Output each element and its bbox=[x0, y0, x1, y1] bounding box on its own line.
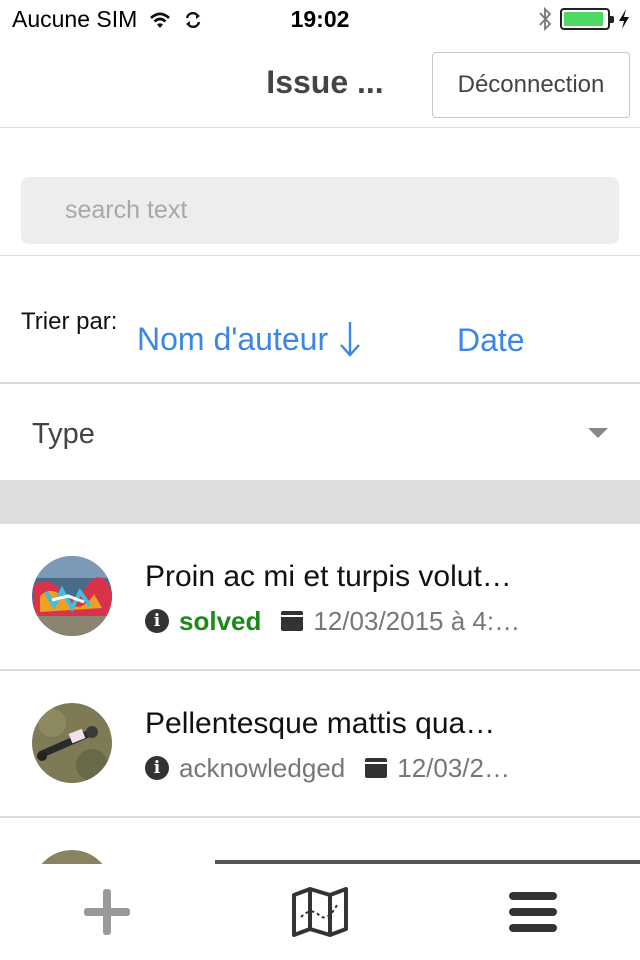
info-icon: i bbox=[145, 756, 169, 780]
arrow-down-icon bbox=[340, 322, 360, 357]
search-input[interactable] bbox=[21, 177, 619, 244]
section-divider bbox=[0, 480, 640, 524]
list-item[interactable] bbox=[0, 818, 640, 864]
status-bar: Aucune SIM 19:02 bbox=[0, 0, 640, 40]
grass-object-thumbnail bbox=[32, 703, 112, 783]
issue-meta: i solved 12/03/2015 à 4:… bbox=[145, 606, 520, 636]
battery-icon bbox=[560, 8, 614, 30]
sort-by-author-button[interactable]: Nom d'auteur bbox=[137, 320, 362, 358]
charging-icon bbox=[619, 9, 629, 29]
search-section bbox=[0, 129, 640, 256]
battery-level bbox=[564, 12, 603, 26]
bluetooth-icon bbox=[539, 6, 552, 32]
photo-thumbnail bbox=[32, 850, 112, 864]
sort-author-label: Nom d'auteur bbox=[137, 320, 329, 357]
add-issue-button[interactable] bbox=[0, 864, 213, 960]
add-icon bbox=[83, 889, 130, 935]
issue-meta: i acknowledged 12/03/2… bbox=[145, 753, 510, 783]
map-icon bbox=[291, 887, 348, 937]
logout-button[interactable]: Déconnection bbox=[432, 52, 630, 118]
page-title: Issue ... bbox=[266, 64, 384, 100]
calendar-icon bbox=[281, 611, 304, 631]
avatar bbox=[32, 556, 112, 636]
sort-label: Trier par: bbox=[21, 308, 118, 335]
sort-section: Trier par: Nom d'auteur Date bbox=[0, 256, 640, 384]
status-badge: solved bbox=[179, 605, 262, 636]
menu-icon bbox=[508, 892, 557, 932]
avatar bbox=[32, 703, 112, 783]
list-item[interactable]: Proin ac mi et turpis volut… i solved 12… bbox=[0, 524, 640, 671]
nav-bar: Issue ... Déconnection bbox=[0, 40, 640, 128]
issue-date: 12/03/2… bbox=[397, 752, 510, 783]
issue-title: Pellentesque mattis qua… bbox=[145, 707, 496, 740]
caret-down-icon bbox=[588, 428, 608, 438]
issue-date: 12/03/2015 à 4:… bbox=[313, 605, 521, 636]
status-right bbox=[538, 6, 630, 32]
info-icon: i bbox=[145, 609, 169, 633]
issue-title: Proin ac mi et turpis volut… bbox=[145, 560, 512, 593]
issue-list[interactable]: Proin ac mi et turpis volut… i solved 12… bbox=[0, 524, 640, 864]
calendar-icon bbox=[365, 758, 388, 778]
tab-bar bbox=[0, 864, 640, 960]
status-badge: acknowledged bbox=[179, 752, 346, 783]
map-button[interactable] bbox=[213, 864, 426, 960]
menu-button[interactable] bbox=[426, 864, 639, 960]
avatar bbox=[32, 850, 112, 864]
list-item[interactable]: Pellentesque mattis qua… i acknowledged … bbox=[0, 671, 640, 818]
type-select[interactable]: Type bbox=[0, 386, 640, 480]
sort-by-date-button[interactable]: Date bbox=[457, 322, 525, 359]
graffiti-thumbnail bbox=[32, 556, 112, 636]
type-select-label: Type bbox=[32, 418, 95, 450]
